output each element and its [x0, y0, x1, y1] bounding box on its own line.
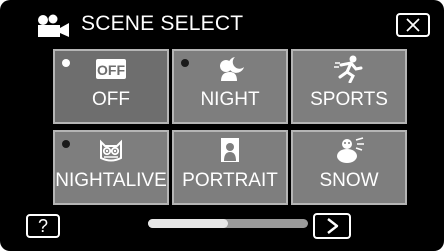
close-icon [406, 18, 420, 32]
next-page-button[interactable] [313, 213, 351, 239]
scene-label: OFF [92, 89, 130, 110]
scene-sports-button[interactable]: SPORTS [291, 49, 407, 124]
owl-icon [100, 139, 122, 162]
help-button[interactable]: ? [26, 214, 60, 238]
close-button[interactable] [396, 13, 430, 37]
scene-label: SNOW [319, 170, 379, 191]
unselected-indicator [181, 59, 189, 67]
snowman-icon [337, 137, 364, 163]
scene-snow-button[interactable]: SNOW [291, 130, 407, 205]
scene-off-button[interactable]: OFF OFF [53, 49, 169, 124]
page-scrollbar[interactable] [148, 219, 308, 228]
selected-indicator [62, 59, 70, 67]
scene-label: SPORTS [310, 89, 388, 110]
scene-select-screen: SCENE SELECT OFF OFF NIGHT SPORTS NIGHTA… [0, 0, 444, 251]
screen-title: SCENE SELECT [81, 12, 244, 35]
movie-camera-icon [38, 14, 69, 37]
moon-person-icon [220, 57, 244, 81]
scene-label: NIGHTALIVE [55, 170, 167, 191]
portrait-icon [221, 138, 239, 162]
scene-label: NIGHT [200, 89, 260, 110]
scrollbar-thumb[interactable] [148, 219, 228, 228]
off-icon: OFF [96, 59, 126, 79]
running-person-icon [334, 55, 363, 83]
scene-label: PORTRAIT [182, 170, 278, 191]
chevron-right-icon [327, 218, 339, 234]
svg-text:OFF: OFF [97, 62, 125, 78]
scene-nightalive-button[interactable]: NIGHTALIVE [53, 130, 169, 205]
scene-night-button[interactable]: NIGHT [172, 49, 288, 124]
scene-portrait-button[interactable]: PORTRAIT [172, 130, 288, 205]
unselected-indicator [62, 140, 70, 148]
